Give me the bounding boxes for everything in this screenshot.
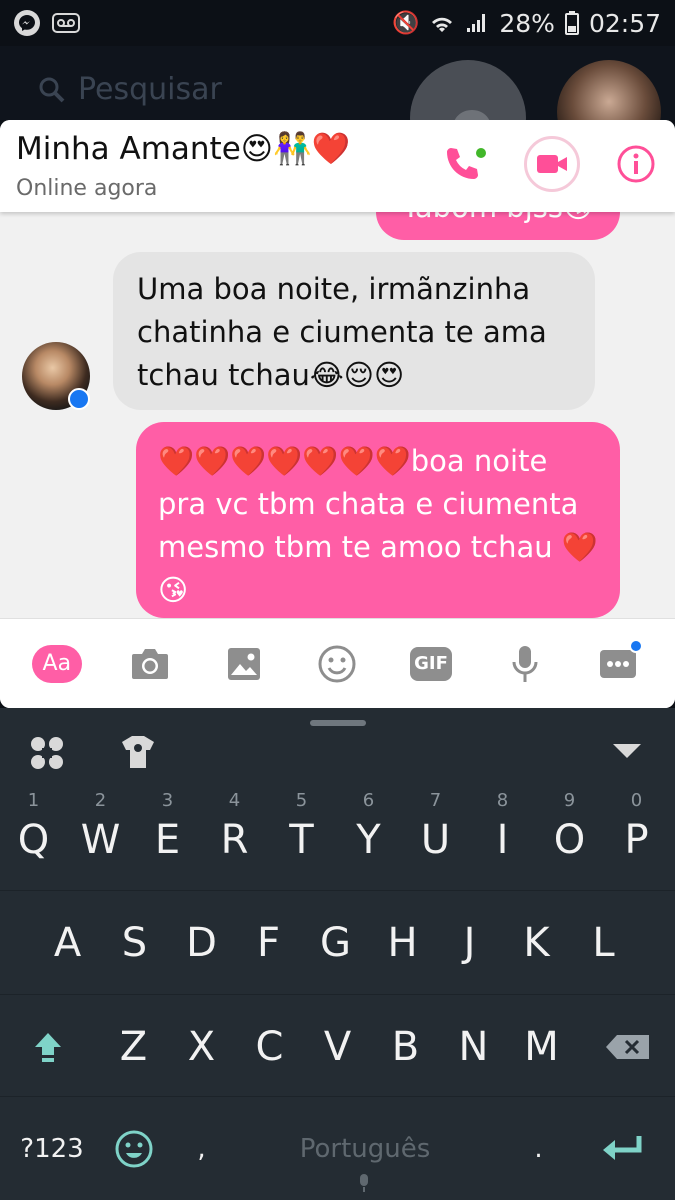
battery-level: 28% bbox=[499, 8, 555, 38]
message-thread: Tabom bjss😘 Uma boa noite, irmãnzinha ch… bbox=[0, 182, 675, 618]
gif-icon: GIF bbox=[410, 646, 453, 681]
key-u[interactable]: 7U bbox=[402, 788, 469, 892]
info-button[interactable] bbox=[608, 136, 664, 192]
message-bubble-outgoing[interactable]: ❤️❤️❤️❤️❤️❤️❤️boa noite pra vc tbm chata… bbox=[136, 422, 620, 618]
keyboard-drag-handle[interactable] bbox=[310, 720, 366, 726]
message-line: tchau tchau😂😌😍 bbox=[137, 358, 405, 392]
keyboard-row-qwerty: 1Q 2W 3E 4R 5T 6Y 7U 8I 9O 0P bbox=[0, 788, 675, 892]
image-icon bbox=[227, 647, 260, 680]
backspace-key[interactable] bbox=[594, 995, 661, 1099]
voicemail-icon bbox=[52, 13, 80, 33]
status-bar: 🔇 28% 02:57 bbox=[0, 0, 675, 46]
keyboard-row-asdf: A S D F G H J K L bbox=[0, 890, 675, 994]
key-m[interactable]: M bbox=[508, 995, 575, 1099]
key-d[interactable]: D bbox=[168, 891, 235, 995]
clock: 02:57 bbox=[588, 8, 661, 38]
messenger-badge-icon bbox=[68, 388, 90, 410]
message-line: pra vc tbm chata e ciumenta bbox=[158, 487, 579, 521]
more-button[interactable] bbox=[593, 638, 644, 689]
space-language-label: Português bbox=[299, 1134, 431, 1164]
smiley-icon bbox=[318, 645, 356, 682]
shift-key[interactable] bbox=[14, 995, 81, 1099]
keyboard-row-bottom: ?123 , Português . bbox=[0, 1096, 675, 1200]
camera-icon bbox=[132, 648, 169, 679]
key-s[interactable]: S bbox=[101, 891, 168, 995]
space-bar[interactable]: Português bbox=[215, 1097, 515, 1200]
symbols-key[interactable]: ?123 bbox=[12, 1097, 92, 1200]
video-camera-icon bbox=[537, 155, 567, 173]
online-indicator bbox=[476, 148, 486, 158]
wifi-icon bbox=[432, 17, 453, 32]
info-icon bbox=[617, 145, 655, 183]
chat-window: Minha Amante😍👫❤️ Online agora Tabom bjss… bbox=[0, 120, 675, 708]
composer-toolbar: Aa GIF bbox=[0, 618, 675, 708]
contact-name[interactable]: Minha Amante😍👫❤️ bbox=[16, 130, 350, 167]
keyboard-row-zxcv: Z X C V B N M bbox=[0, 994, 675, 1098]
key-h[interactable]: H bbox=[369, 891, 436, 995]
key-l[interactable]: L bbox=[570, 891, 637, 995]
keyboard-theme-icon[interactable] bbox=[118, 732, 158, 772]
microphone-icon bbox=[512, 645, 538, 682]
message-line: mesmo tbm te amoo tchau ❤️ bbox=[158, 530, 598, 564]
key-q[interactable]: 1Q bbox=[0, 788, 67, 892]
key-j[interactable]: J bbox=[436, 891, 503, 995]
keyboard-toolbar bbox=[0, 728, 675, 784]
chat-header: Minha Amante😍👫❤️ Online agora bbox=[0, 120, 675, 212]
enter-key[interactable] bbox=[588, 1097, 658, 1200]
key-g[interactable]: G bbox=[302, 891, 369, 995]
message-bubble-incoming[interactable]: Uma boa noite, irmãnzinha chatinha e ciu… bbox=[113, 252, 595, 410]
key-x[interactable]: X bbox=[168, 995, 235, 1099]
mute-icon: 🔇 bbox=[391, 10, 420, 36]
keyboard-apps-icon[interactable] bbox=[28, 734, 66, 772]
message-line: Uma boa noite, irmãnzinha bbox=[137, 272, 531, 306]
voice-message-button[interactable] bbox=[500, 639, 550, 689]
key-y[interactable]: 6Y bbox=[335, 788, 402, 892]
chat-heads bbox=[0, 46, 675, 176]
signal-icon bbox=[467, 14, 486, 32]
message-line: chatinha e ciumenta te ama bbox=[137, 315, 547, 349]
keyboard-collapse-icon[interactable] bbox=[612, 742, 642, 760]
gif-button[interactable]: GIF bbox=[406, 639, 456, 689]
video-call-button[interactable] bbox=[524, 136, 580, 192]
camera-button[interactable] bbox=[125, 639, 175, 689]
message-line: 😘 bbox=[158, 573, 189, 607]
message-line: ❤️❤️❤️❤️❤️❤️❤️boa noite bbox=[158, 444, 548, 478]
key-t[interactable]: 5T bbox=[268, 788, 335, 892]
key-a[interactable]: A bbox=[34, 891, 101, 995]
key-n[interactable]: N bbox=[440, 995, 507, 1099]
gallery-button[interactable] bbox=[219, 639, 269, 689]
key-k[interactable]: K bbox=[503, 891, 570, 995]
key-v[interactable]: V bbox=[304, 995, 371, 1099]
voice-call-button[interactable] bbox=[434, 136, 490, 192]
key-z[interactable]: Z bbox=[100, 995, 167, 1099]
messenger-notification-icon bbox=[14, 10, 40, 36]
key-o[interactable]: 9O bbox=[536, 788, 603, 892]
key-b[interactable]: B bbox=[372, 995, 439, 1099]
key-f[interactable]: F bbox=[235, 891, 302, 995]
on-screen-keyboard: 1Q 2W 3E 4R 5T 6Y 7U 8I 9O 0P A S D F G … bbox=[0, 708, 675, 1200]
emoji-icon bbox=[115, 1130, 152, 1168]
emoji-button[interactable] bbox=[312, 639, 362, 689]
key-e[interactable]: 3E bbox=[134, 788, 201, 892]
text-input-button[interactable]: Aa bbox=[31, 639, 82, 689]
key-w[interactable]: 2W bbox=[67, 788, 134, 892]
emoji-key[interactable] bbox=[100, 1097, 167, 1200]
battery-icon bbox=[564, 11, 579, 35]
period-key[interactable]: . bbox=[505, 1097, 572, 1200]
mic-hint-icon bbox=[360, 1174, 368, 1192]
key-p[interactable]: 0P bbox=[603, 788, 670, 892]
backspace-icon bbox=[605, 1035, 649, 1059]
aa-icon: Aa bbox=[31, 644, 82, 683]
key-c[interactable]: C bbox=[236, 995, 303, 1099]
shift-icon bbox=[34, 1033, 61, 1062]
notification-dot bbox=[629, 638, 644, 653]
enter-icon bbox=[603, 1136, 642, 1160]
key-i[interactable]: 8I bbox=[469, 788, 536, 892]
key-r[interactable]: 4R bbox=[201, 788, 268, 892]
presence-status: Online agora bbox=[16, 176, 158, 201]
